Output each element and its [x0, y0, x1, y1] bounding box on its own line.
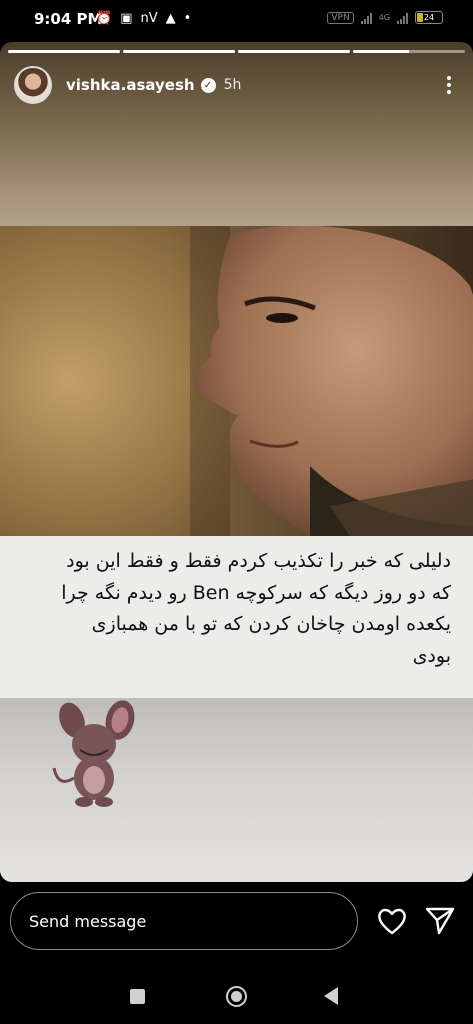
battery-level: 24 — [423, 13, 435, 22]
caption-line: که دو روز دیگه که سرکوچه Ben رو دیدم نگه… — [61, 581, 451, 604]
story-header: vishka.asayesh ✓ 5h — [14, 64, 459, 106]
progress-segment — [353, 50, 465, 53]
portrait-image — [190, 226, 473, 536]
more-icon[interactable] — [439, 76, 459, 94]
status-time: 9:04 PM — [34, 10, 103, 28]
story-caption: دلیلی که خبر را تکذیب کردم فقط و فقط این… — [0, 536, 473, 698]
username[interactable]: vishka.asayesh — [66, 76, 195, 94]
alarm-icon: ⏰ — [96, 11, 113, 26]
mouse-sticker[interactable] — [50, 698, 140, 810]
system-nav-bar — [0, 965, 473, 1024]
story-lower-area — [0, 698, 473, 882]
story-photo — [0, 226, 473, 536]
heart-icon[interactable] — [376, 905, 408, 937]
story-viewer[interactable]: vishka.asayesh ✓ 5h دلیلی که خبر را تکذی — [0, 42, 473, 882]
signal-icon-2 — [397, 12, 408, 24]
send-icon[interactable] — [424, 905, 456, 937]
progress-segment — [8, 50, 120, 53]
status-bar: 9:04 PM ⏰ ▣ nV ▲ • VPN 4G 24 — [0, 0, 473, 40]
warning-icon: ▲ — [165, 11, 176, 26]
progress-segment — [238, 50, 350, 53]
status-left-text: nV — [140, 11, 158, 26]
dot-icon: • — [183, 11, 192, 26]
caption-line: دلیلی که خبر را تکذیب کردم فقط و فقط این… — [66, 550, 451, 572]
send-message-input[interactable]: Send message — [10, 892, 358, 950]
status-icons-right: VPN 4G 24 — [327, 11, 443, 24]
back-button[interactable] — [324, 987, 338, 1005]
recents-button[interactable] — [130, 989, 145, 1004]
caption-line: بودی — [412, 644, 451, 667]
signal-icon — [360, 12, 372, 24]
vpn-badge: VPN — [327, 11, 354, 24]
progress-segment — [123, 50, 235, 53]
status-icons-left: ⏰ ▣ nV ▲ • — [96, 11, 191, 26]
avatar[interactable] — [14, 66, 52, 104]
home-button[interactable] — [226, 986, 247, 1007]
network-type: 4G — [378, 13, 390, 22]
story-progress — [8, 50, 465, 53]
verified-icon: ✓ — [200, 77, 216, 93]
battery-icon: 24 — [415, 11, 443, 24]
battery-saver-icon: ▣ — [120, 11, 133, 26]
caption-line: یکعده اومدن چاخان کردن که تو با من همباز… — [91, 613, 451, 635]
time-ago: 5h — [223, 77, 242, 93]
